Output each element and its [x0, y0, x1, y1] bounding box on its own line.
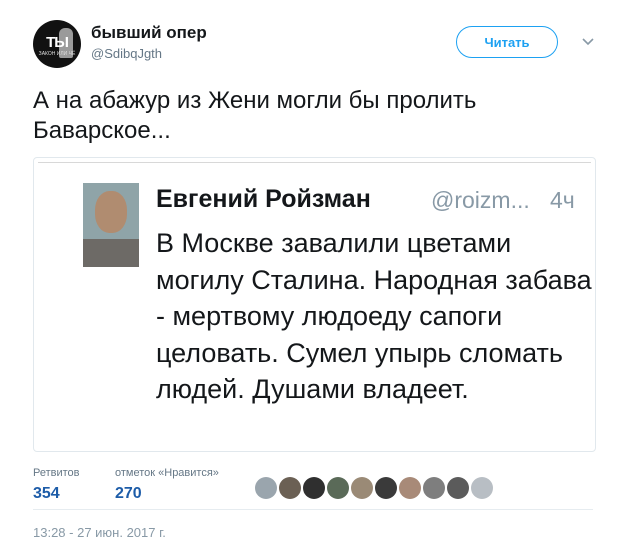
avatar-logo-text: ТЫ — [46, 34, 69, 51]
chevron-down-icon[interactable] — [581, 36, 595, 48]
liker-avatar-3[interactable] — [303, 477, 325, 499]
likes-count: 270 — [115, 485, 142, 502]
follow-button[interactable]: Читать — [456, 26, 558, 58]
quoted-tweet: Евгений Ройзман @roizm... 4ч В Москве за… — [38, 162, 592, 447]
avatar-shirt — [83, 239, 139, 267]
liker-avatar-7[interactable] — [399, 477, 421, 499]
liker-avatar-9[interactable] — [447, 477, 469, 499]
quoted-tweet-time: 4ч — [550, 187, 575, 213]
liker-avatar-8[interactable] — [423, 477, 445, 499]
retweets-count: 354 — [33, 485, 60, 502]
quoted-author-name: Евгений Ройзман — [156, 185, 371, 213]
likes-stat[interactable]: отметок «Нравится» 270 — [115, 467, 219, 503]
divider — [33, 509, 593, 510]
liker-avatar-5[interactable] — [351, 477, 373, 499]
retweets-label: Ретвитов — [33, 467, 80, 479]
liker-avatar-6[interactable] — [375, 477, 397, 499]
likes-label: отметок «Нравится» — [115, 467, 219, 479]
avatar-face — [95, 191, 127, 233]
avatar-logo-subtext: ЗАКОН ИЛИ ЧЁ — [38, 51, 76, 57]
quoted-author-handle: @roizm... — [431, 187, 530, 213]
author-display-name[interactable]: бывший опер — [91, 23, 207, 43]
tweet-header: ТЫ ЗАКОН ИЛИ ЧЁ бывший опер @SdibqJgth Ч… — [33, 20, 603, 70]
author-handle[interactable]: @SdibqJgth — [91, 46, 162, 61]
quoted-tweet-body: В Москве завалили цветами могилу Сталина… — [156, 228, 592, 404]
tweet-text: А на абажур из Жени могли бы пролить Бав… — [33, 87, 477, 144]
liker-avatar-10[interactable] — [471, 477, 493, 499]
retweets-stat[interactable]: Ретвитов 354 — [33, 467, 80, 503]
author-avatar[interactable]: ТЫ ЗАКОН ИЛИ ЧЁ — [33, 20, 81, 68]
quoted-author-avatar — [83, 183, 139, 267]
liker-avatar-2[interactable] — [279, 477, 301, 499]
liker-avatar-1[interactable] — [255, 477, 277, 499]
liker-avatar-4[interactable] — [327, 477, 349, 499]
embedded-screenshot[interactable]: Евгений Ройзман @roizm... 4ч В Москве за… — [33, 157, 596, 452]
tweet-timestamp[interactable]: 13:28 - 27 июн. 2017 г. — [33, 525, 166, 540]
